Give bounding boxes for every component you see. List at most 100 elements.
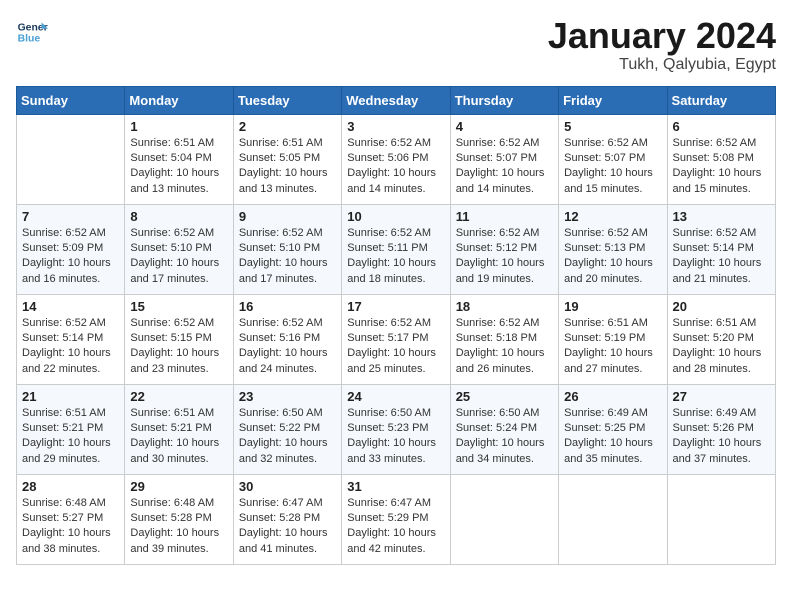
logo-icon: General Blue [16,16,48,48]
day-number: 15 [130,299,227,314]
day-info: Sunrise: 6:52 AMSunset: 5:14 PMDaylight:… [22,316,119,378]
day-number: 5 [564,119,661,134]
day-cell: 27 Sunrise: 6:49 AMSunset: 5:26 PMDayligh… [667,384,775,474]
day-cell: 15Sunrise: 6:52 AMSunset: 5:15 PMDayligh… [125,294,233,384]
day-cell: 19Sunrise: 6:51 AMSunset: 5:19 PMDayligh… [559,294,667,384]
day-number: 24 [347,389,444,404]
day-info: Sunrise: 6:50 AMSunset: 5:24 PMDaylight:… [456,406,553,468]
day-cell: 6Sunrise: 6:52 AMSunset: 5:08 PMDaylight… [667,114,775,204]
location-title: Tukh, Qalyubia, Egypt [548,56,776,74]
day-cell: 17 Sunrise: 6:52 AMSunset: 5:17 PMDayligh… [342,294,450,384]
day-cell: 7Sunrise: 6:52 AMSunset: 5:09 PMDaylight… [17,204,125,294]
day-info: Sunrise: 6:52 AMSunset: 5:17 PMDaylight:… [347,316,444,378]
day-number: 25 [456,389,553,404]
day-info: Sunrise: 6:52 AMSunset: 5:10 PMDaylight:… [239,226,336,288]
day-info: Sunrise: 6:51 AMSunset: 5:20 PMDaylight:… [673,316,770,378]
day-info: Sunrise: 6:52 AMSunset: 5:14 PMDaylight:… [673,226,770,288]
day-number: 21 [22,389,119,404]
week-row-3: 14 Sunrise: 6:52 AMSunset: 5:14 PMDayligh… [17,294,776,384]
day-number: 3 [347,119,444,134]
week-row-2: 7Sunrise: 6:52 AMSunset: 5:09 PMDaylight… [17,204,776,294]
day-header-friday: Friday [559,86,667,114]
day-number: 9 [239,209,336,224]
day-number: 8 [130,209,227,224]
week-row-4: 21 Sunrise: 6:51 AMSunset: 5:21 PMDayligh… [17,384,776,474]
logo: General Blue [16,16,48,48]
day-cell: 26 Sunrise: 6:49 AMSunset: 5:25 PMDayligh… [559,384,667,474]
day-cell: 14 Sunrise: 6:52 AMSunset: 5:14 PMDayligh… [17,294,125,384]
day-info: Sunrise: 6:52 AMSunset: 5:07 PMDaylight:… [564,136,661,198]
day-number: 31 [347,479,444,494]
day-info: Sunrise: 6:48 AMSunset: 5:28 PMDaylight:… [130,496,227,558]
days-header-row: SundayMondayTuesdayWednesdayThursdayFrid… [17,86,776,114]
day-info: Sunrise: 6:51 AMSunset: 5:04 PMDaylight:… [130,136,227,198]
day-header-wednesday: Wednesday [342,86,450,114]
day-header-sunday: Sunday [17,86,125,114]
day-header-monday: Monday [125,86,233,114]
day-info: Sunrise: 6:52 AMSunset: 5:09 PMDaylight:… [22,226,119,288]
day-header-tuesday: Tuesday [233,86,341,114]
calendar-table: SundayMondayTuesdayWednesdayThursdayFrid… [16,86,776,565]
day-cell: 18Sunrise: 6:52 AMSunset: 5:18 PMDayligh… [450,294,558,384]
day-header-saturday: Saturday [667,86,775,114]
day-number: 27 [673,389,770,404]
day-number: 11 [456,209,553,224]
day-number: 20 [673,299,770,314]
day-number: 29 [130,479,227,494]
day-info: Sunrise: 6:52 AMSunset: 5:10 PMDaylight:… [130,226,227,288]
day-header-thursday: Thursday [450,86,558,114]
day-number: 30 [239,479,336,494]
day-info: Sunrise: 6:51 AMSunset: 5:05 PMDaylight:… [239,136,336,198]
day-number: 23 [239,389,336,404]
svg-text:Blue: Blue [18,34,41,45]
page-header: General Blue January 2024 Tukh, Qalyubia… [16,16,776,74]
day-cell: 5 Sunrise: 6:52 AMSunset: 5:07 PMDaylight… [559,114,667,204]
day-info: Sunrise: 6:51 AMSunset: 5:19 PMDaylight:… [564,316,661,378]
day-info: Sunrise: 6:49 AMSunset: 5:25 PMDaylight:… [564,406,661,468]
day-cell: 31 Sunrise: 6:47 AMSunset: 5:29 PMDayligh… [342,474,450,564]
day-info: Sunrise: 6:51 AMSunset: 5:21 PMDaylight:… [22,406,119,468]
day-number: 10 [347,209,444,224]
day-cell: 11 Sunrise: 6:52 AMSunset: 5:12 PMDayligh… [450,204,558,294]
day-info: Sunrise: 6:47 AMSunset: 5:29 PMDaylight:… [347,496,444,558]
week-row-5: 28 Sunrise: 6:48 AMSunset: 5:27 PMDayligh… [17,474,776,564]
day-info: Sunrise: 6:52 AMSunset: 5:18 PMDaylight:… [456,316,553,378]
day-cell: 12Sunrise: 6:52 AMSunset: 5:13 PMDayligh… [559,204,667,294]
day-info: Sunrise: 6:49 AMSunset: 5:26 PMDaylight:… [673,406,770,468]
month-title: January 2024 [548,16,776,56]
day-number: 26 [564,389,661,404]
day-info: Sunrise: 6:51 AMSunset: 5:21 PMDaylight:… [130,406,227,468]
day-info: Sunrise: 6:52 AMSunset: 5:07 PMDaylight:… [456,136,553,198]
day-info: Sunrise: 6:52 AMSunset: 5:13 PMDaylight:… [564,226,661,288]
day-cell: 29 Sunrise: 6:48 AMSunset: 5:28 PMDayligh… [125,474,233,564]
day-cell: 23 Sunrise: 6:50 AMSunset: 5:22 PMDayligh… [233,384,341,474]
day-number: 14 [22,299,119,314]
day-cell [17,114,125,204]
day-cell: 10 Sunrise: 6:52 AMSunset: 5:11 PMDayligh… [342,204,450,294]
day-info: Sunrise: 6:50 AMSunset: 5:22 PMDaylight:… [239,406,336,468]
day-cell: 25 Sunrise: 6:50 AMSunset: 5:24 PMDayligh… [450,384,558,474]
day-number: 22 [130,389,227,404]
day-cell: 20 Sunrise: 6:51 AMSunset: 5:20 PMDayligh… [667,294,775,384]
day-cell: 22 Sunrise: 6:51 AMSunset: 5:21 PMDayligh… [125,384,233,474]
day-info: Sunrise: 6:52 AMSunset: 5:11 PMDaylight:… [347,226,444,288]
day-number: 28 [22,479,119,494]
day-number: 17 [347,299,444,314]
day-cell: 2 Sunrise: 6:51 AMSunset: 5:05 PMDaylight… [233,114,341,204]
day-info: Sunrise: 6:48 AMSunset: 5:27 PMDaylight:… [22,496,119,558]
day-info: Sunrise: 6:52 AMSunset: 5:16 PMDaylight:… [239,316,336,378]
day-cell: 4Sunrise: 6:52 AMSunset: 5:07 PMDaylight… [450,114,558,204]
day-cell: 30Sunrise: 6:47 AMSunset: 5:28 PMDayligh… [233,474,341,564]
week-row-1: 1Sunrise: 6:51 AMSunset: 5:04 PMDaylight… [17,114,776,204]
day-number: 2 [239,119,336,134]
day-info: Sunrise: 6:52 AMSunset: 5:08 PMDaylight:… [673,136,770,198]
day-cell: 21 Sunrise: 6:51 AMSunset: 5:21 PMDayligh… [17,384,125,474]
day-cell [667,474,775,564]
day-cell [559,474,667,564]
day-info: Sunrise: 6:50 AMSunset: 5:23 PMDaylight:… [347,406,444,468]
day-info: Sunrise: 6:52 AMSunset: 5:12 PMDaylight:… [456,226,553,288]
day-cell: 24 Sunrise: 6:50 AMSunset: 5:23 PMDayligh… [342,384,450,474]
day-cell: 9 Sunrise: 6:52 AMSunset: 5:10 PMDaylight… [233,204,341,294]
day-cell: 8 Sunrise: 6:52 AMSunset: 5:10 PMDaylight… [125,204,233,294]
day-number: 16 [239,299,336,314]
